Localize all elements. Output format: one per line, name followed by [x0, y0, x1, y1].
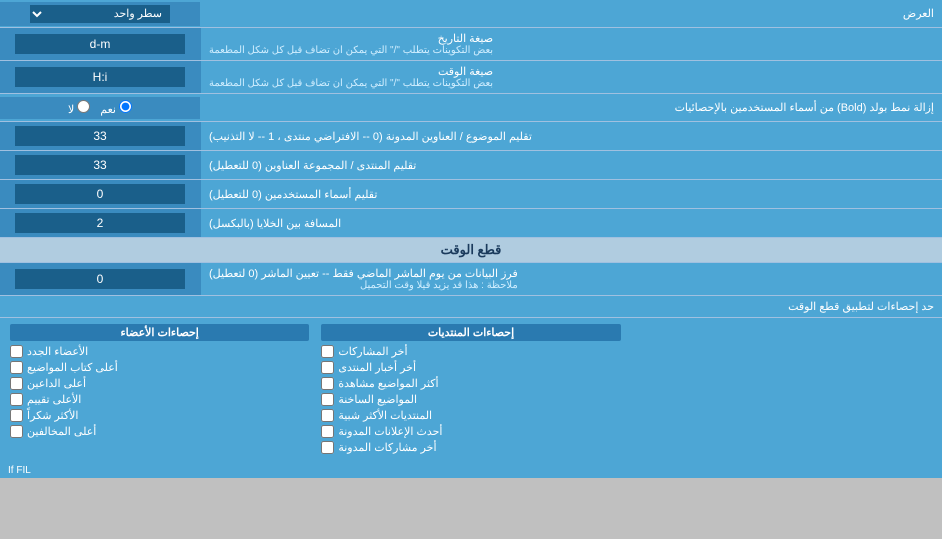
time-format-label: صيغة الوقت بعض التكوينات يتطلب "/" التي … — [200, 61, 942, 93]
cutoff-label: فرز البيانات من يوم الماشر الماضي فقط --… — [200, 263, 942, 295]
display-select-cell: سطر واحد — [0, 2, 200, 26]
bold-no-label: لا — [68, 100, 90, 116]
checkbox-col-members: إحصاءات الأعضاء الأعضاء الجدد أعلى كتاب … — [4, 322, 315, 459]
cb-new-members-input[interactable] — [10, 345, 23, 358]
cb-similar-forums: المنتديات الأكثر شبية — [321, 409, 620, 422]
cb-top-violators-input[interactable] — [10, 425, 23, 438]
cb-announcements: أحدث الإعلانات المدونة — [321, 425, 620, 438]
cb-top-rated: الأعلى تقييم — [10, 393, 309, 406]
titles-trim-label: تقليم الموضوع / العناوين المدونة (0 -- ا… — [200, 122, 942, 150]
forum-trim-label: تقليم المنتدى / المجموعة العناوين (0 للت… — [200, 151, 942, 179]
cell-space-row: المسافة بين الخلايا (بالبكسل) — [0, 209, 942, 238]
cell-space-label: المسافة بين الخلايا (بالبكسل) — [200, 209, 942, 237]
cutoff-input-cell — [0, 263, 200, 295]
cb-similar-forums-input[interactable] — [321, 409, 334, 422]
display-label: العرض — [200, 3, 942, 24]
bold-row: إزالة نمط بولد (Bold) من أسماء المستخدمي… — [0, 94, 942, 122]
cb-last-posts: أخر المشاركات — [321, 345, 620, 358]
main-container: العرض سطر واحد صيغة التاريخ بعض التكوينا… — [0, 0, 942, 478]
titles-trim-row: تقليم الموضوع / العناوين المدونة (0 -- ا… — [0, 122, 942, 151]
usernames-trim-row: تقليم أسماء المستخدمين (0 للتعطيل) — [0, 180, 942, 209]
cb-new-members: الأعضاء الجدد — [10, 345, 309, 358]
cutoff-row: فرز البيانات من يوم الماشر الماضي فقط --… — [0, 263, 942, 296]
cb-announcements-input[interactable] — [321, 425, 334, 438]
cell-space-input[interactable] — [15, 213, 185, 233]
date-format-label: صيغة التاريخ بعض التكوينات يتطلب "/" الت… — [200, 28, 942, 60]
checkbox-col-empty — [627, 322, 938, 459]
usernames-trim-input[interactable] — [15, 184, 185, 204]
cb-most-viewed: أكثر المواضيع مشاهدة — [321, 377, 620, 390]
time-format-input[interactable] — [15, 67, 185, 87]
display-select[interactable]: سطر واحد — [30, 5, 170, 23]
cb-top-inviters: أعلى الداعين — [10, 377, 309, 390]
cutoff-section-title: قطع الوقت — [0, 238, 942, 263]
cb-forum-news-input[interactable] — [321, 361, 334, 374]
cb-top-rated-input[interactable] — [10, 393, 23, 406]
stats-limit-row: حد إحصاءات لتطبيق قطع الوقت — [0, 296, 942, 318]
bold-no-radio[interactable] — [77, 100, 90, 113]
bold-yes-radio[interactable] — [119, 100, 132, 113]
usernames-trim-label: تقليم أسماء المستخدمين (0 للتعطيل) — [200, 180, 942, 208]
cb-top-inviters-input[interactable] — [10, 377, 23, 390]
forum-trim-input-cell — [0, 151, 200, 179]
date-format-input[interactable] — [15, 34, 185, 54]
bold-yes-label: نعم — [100, 100, 132, 116]
cb-blog-posts: أخر مشاركات المدونة — [321, 441, 620, 454]
forum-trim-row: تقليم المنتدى / المجموعة العناوين (0 للت… — [0, 151, 942, 180]
cb-most-thanks-input[interactable] — [10, 409, 23, 422]
titles-trim-input[interactable] — [15, 126, 185, 146]
checkbox-col-forums: إحصاءات المنتديات أخر المشاركات أخر أخبا… — [315, 322, 626, 459]
cb-top-violators: أعلى المخالفين — [10, 425, 309, 438]
cb-hot-topics: المواضيع الساخنة — [321, 393, 620, 406]
stats-limit-label: حد إحصاءات لتطبيق قطع الوقت — [788, 301, 934, 313]
cb-most-thanks: الأكثر شكراً — [10, 409, 309, 422]
bold-radio-cell: نعم لا — [0, 97, 200, 119]
cb-last-posts-input[interactable] — [321, 345, 334, 358]
titles-trim-input-cell — [0, 122, 200, 150]
bold-label: إزالة نمط بولد (Bold) من أسماء المستخدمي… — [200, 97, 942, 118]
cb-top-writers: أعلى كتاب المواضيع — [10, 361, 309, 374]
time-format-input-cell — [0, 61, 200, 93]
cutoff-input[interactable] — [15, 269, 185, 289]
cell-space-input-cell — [0, 209, 200, 237]
members-col-header: إحصاءات الأعضاء — [10, 324, 309, 341]
date-format-row: صيغة التاريخ بعض التكوينات يتطلب "/" الت… — [0, 28, 942, 61]
checkboxes-section: إحصاءات المنتديات أخر المشاركات أخر أخبا… — [0, 318, 942, 463]
cb-most-viewed-input[interactable] — [321, 377, 334, 390]
cb-top-writers-input[interactable] — [10, 361, 23, 374]
bottom-note: If FIL — [0, 463, 942, 478]
forum-trim-input[interactable] — [15, 155, 185, 175]
cb-forum-news: أخر أخبار المنتدى — [321, 361, 620, 374]
usernames-trim-input-cell — [0, 180, 200, 208]
cb-blog-posts-input[interactable] — [321, 441, 334, 454]
cb-hot-topics-input[interactable] — [321, 393, 334, 406]
date-format-input-cell — [0, 28, 200, 60]
time-format-row: صيغة الوقت بعض التكوينات يتطلب "/" التي … — [0, 61, 942, 94]
forums-col-header: إحصاءات المنتديات — [321, 324, 620, 341]
display-row: العرض سطر واحد — [0, 0, 942, 28]
